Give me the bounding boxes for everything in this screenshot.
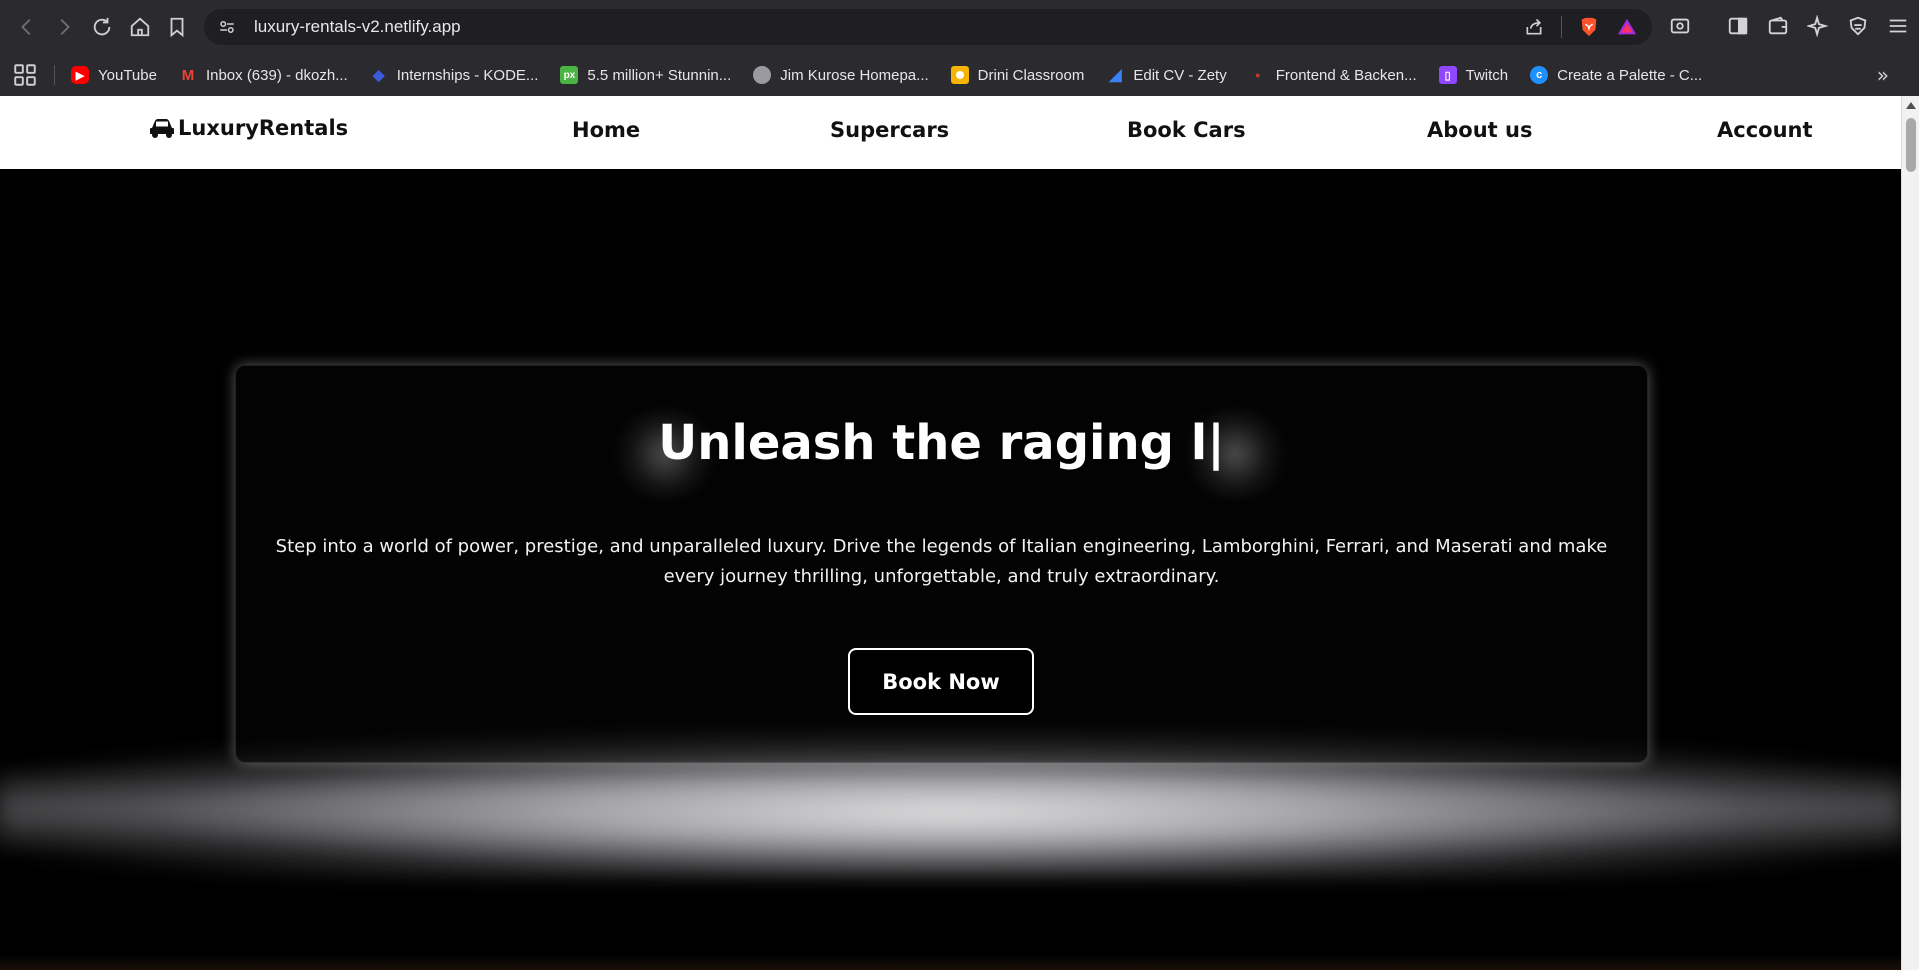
apps-grid-icon[interactable] <box>12 62 38 88</box>
reader-icon <box>1670 18 1690 34</box>
url-text[interactable]: luxury-rentals-v2.netlify.app <box>254 17 461 37</box>
nav-home[interactable]: Home <box>572 118 640 142</box>
bookmark-zety[interactable]: ◢ Edit CV - Zety <box>1106 66 1227 85</box>
address-bar-actions <box>1523 16 1638 38</box>
brave-shields-button[interactable] <box>1578 16 1600 38</box>
book-now-button[interactable]: Book Now <box>848 648 1034 715</box>
bookmark-classroom[interactable]: Drini Classroom <box>950 66 1085 84</box>
scroll-up-arrow-icon[interactable] <box>1906 102 1916 109</box>
back-button[interactable] <box>8 8 46 46</box>
logo-text: LuxuryRentals <box>178 116 349 140</box>
bookmark-gmail[interactable]: M Inbox (639) - dkozh... <box>179 66 348 84</box>
site-settings-icon[interactable] <box>218 18 236 36</box>
roadmap-icon: ● <box>1254 70 1261 80</box>
share-icon <box>1526 18 1542 35</box>
kode-icon: ◆ <box>372 67 385 84</box>
share-button[interactable] <box>1523 16 1545 38</box>
hero-title: Unleash the raging l| <box>658 415 1225 471</box>
hamburger-icon <box>1889 19 1907 33</box>
sidebar-icon <box>1728 17 1748 35</box>
brave-lion-icon <box>1581 17 1597 37</box>
bottom-edge-shade <box>0 955 1901 970</box>
bookmark-label: Create a Palette - C... <box>1557 66 1703 84</box>
bookmark-coolors[interactable]: c Create a Palette - C... <box>1530 66 1702 84</box>
bookmark-kode[interactable]: ◆ Internships - KODE... <box>370 66 539 85</box>
nav-about-us[interactable]: About us <box>1427 118 1532 142</box>
nav-book-cars[interactable]: Book Cars <box>1127 118 1246 142</box>
home-icon <box>130 17 150 37</box>
shield-icon <box>1849 16 1867 36</box>
car-icon <box>150 119 174 138</box>
wallet-icon <box>1768 16 1788 35</box>
reader-mode-button[interactable] <box>1667 13 1693 39</box>
vpn-button[interactable] <box>1845 13 1871 39</box>
page-viewport: LuxuryRentals Home Supercars Book Cars A… <box>0 96 1901 970</box>
bookmark-roadmap[interactable]: ● Frontend & Backen... <box>1249 66 1417 84</box>
sidebar-button[interactable] <box>1725 13 1751 39</box>
reload-icon <box>93 17 111 36</box>
menu-button[interactable] <box>1885 13 1911 39</box>
classroom-icon <box>950 66 969 84</box>
bookmark-label: YouTube <box>98 66 157 84</box>
youtube-icon: ▶ <box>71 66 89 84</box>
browser-chrome: luxury-rentals-v2.netlify.app ▶ YouTube … <box>0 0 1919 96</box>
brave-rewards-button[interactable] <box>1616 16 1638 38</box>
back-arrow-icon <box>21 19 31 35</box>
nav-account[interactable]: Account <box>1717 118 1813 142</box>
zety-icon: ◢ <box>1109 67 1122 84</box>
address-bar[interactable]: luxury-rentals-v2.netlify.app <box>204 9 1652 45</box>
bookmark-pixabay[interactable]: px 5.5 million+ Stunnin... <box>560 66 731 84</box>
bookmark-label: Frontend & Backen... <box>1275 66 1417 84</box>
bookmark-button[interactable] <box>158 8 196 46</box>
globe-icon <box>753 66 772 84</box>
bookmark-icon <box>170 17 184 38</box>
bookmark-label: Edit CV - Zety <box>1133 66 1227 84</box>
more-bookmarks-icon[interactable]: » <box>1877 63 1889 87</box>
gmail-icon: M <box>181 66 195 84</box>
hero-description: Step into a world of power, prestige, an… <box>275 536 1608 587</box>
bookmark-youtube[interactable]: ▶ YouTube <box>71 66 157 84</box>
reload-button[interactable] <box>83 8 121 46</box>
sparkle-icon <box>1807 15 1829 37</box>
forward-button[interactable] <box>45 8 83 46</box>
site-logo[interactable]: LuxuryRentals <box>148 116 348 140</box>
page-scrollbar[interactable] <box>1901 96 1919 970</box>
bookmarks-bar: ▶ YouTube M Inbox (639) - dkozh... ◆ Int… <box>0 54 1919 96</box>
rewards-triangle-icon <box>1617 18 1637 35</box>
bookmark-twitch[interactable]: ▯ Twitch <box>1438 66 1509 84</box>
hero-card: Unleash the raging l| Step into a world … <box>235 365 1648 763</box>
coolors-icon: c <box>1530 66 1549 84</box>
bookmark-label: Twitch <box>1465 66 1509 84</box>
bookmark-label: Drini Classroom <box>977 66 1085 84</box>
divider <box>1561 16 1562 38</box>
leo-ai-button[interactable] <box>1805 13 1831 39</box>
nav-supercars[interactable]: Supercars <box>830 118 949 142</box>
site-navbar: LuxuryRentals Home Supercars Book Cars A… <box>0 96 1901 169</box>
bookmark-label: Jim Kurose Homepa... <box>780 66 929 84</box>
hero-section: Unleash the raging l| Step into a world … <box>0 169 1901 970</box>
browser-tools <box>1667 13 1911 39</box>
bookmark-label: 5.5 million+ Stunnin... <box>587 66 732 84</box>
pixabay-icon: px <box>560 66 579 84</box>
bookmark-label: Internships - KODE... <box>396 66 539 84</box>
bookmark-kurose[interactable]: Jim Kurose Homepa... <box>753 66 929 84</box>
home-button[interactable] <box>121 8 159 46</box>
wallet-button[interactable] <box>1765 13 1791 39</box>
twitch-icon: ▯ <box>1438 66 1457 84</box>
background-light-band <box>0 769 1901 849</box>
divider <box>54 65 55 85</box>
bookmark-label: Inbox (639) - dkozh... <box>205 66 348 84</box>
forward-arrow-icon <box>60 19 70 35</box>
scrollbar-thumb[interactable] <box>1906 118 1916 172</box>
browser-toolbar: luxury-rentals-v2.netlify.app <box>0 0 1919 54</box>
